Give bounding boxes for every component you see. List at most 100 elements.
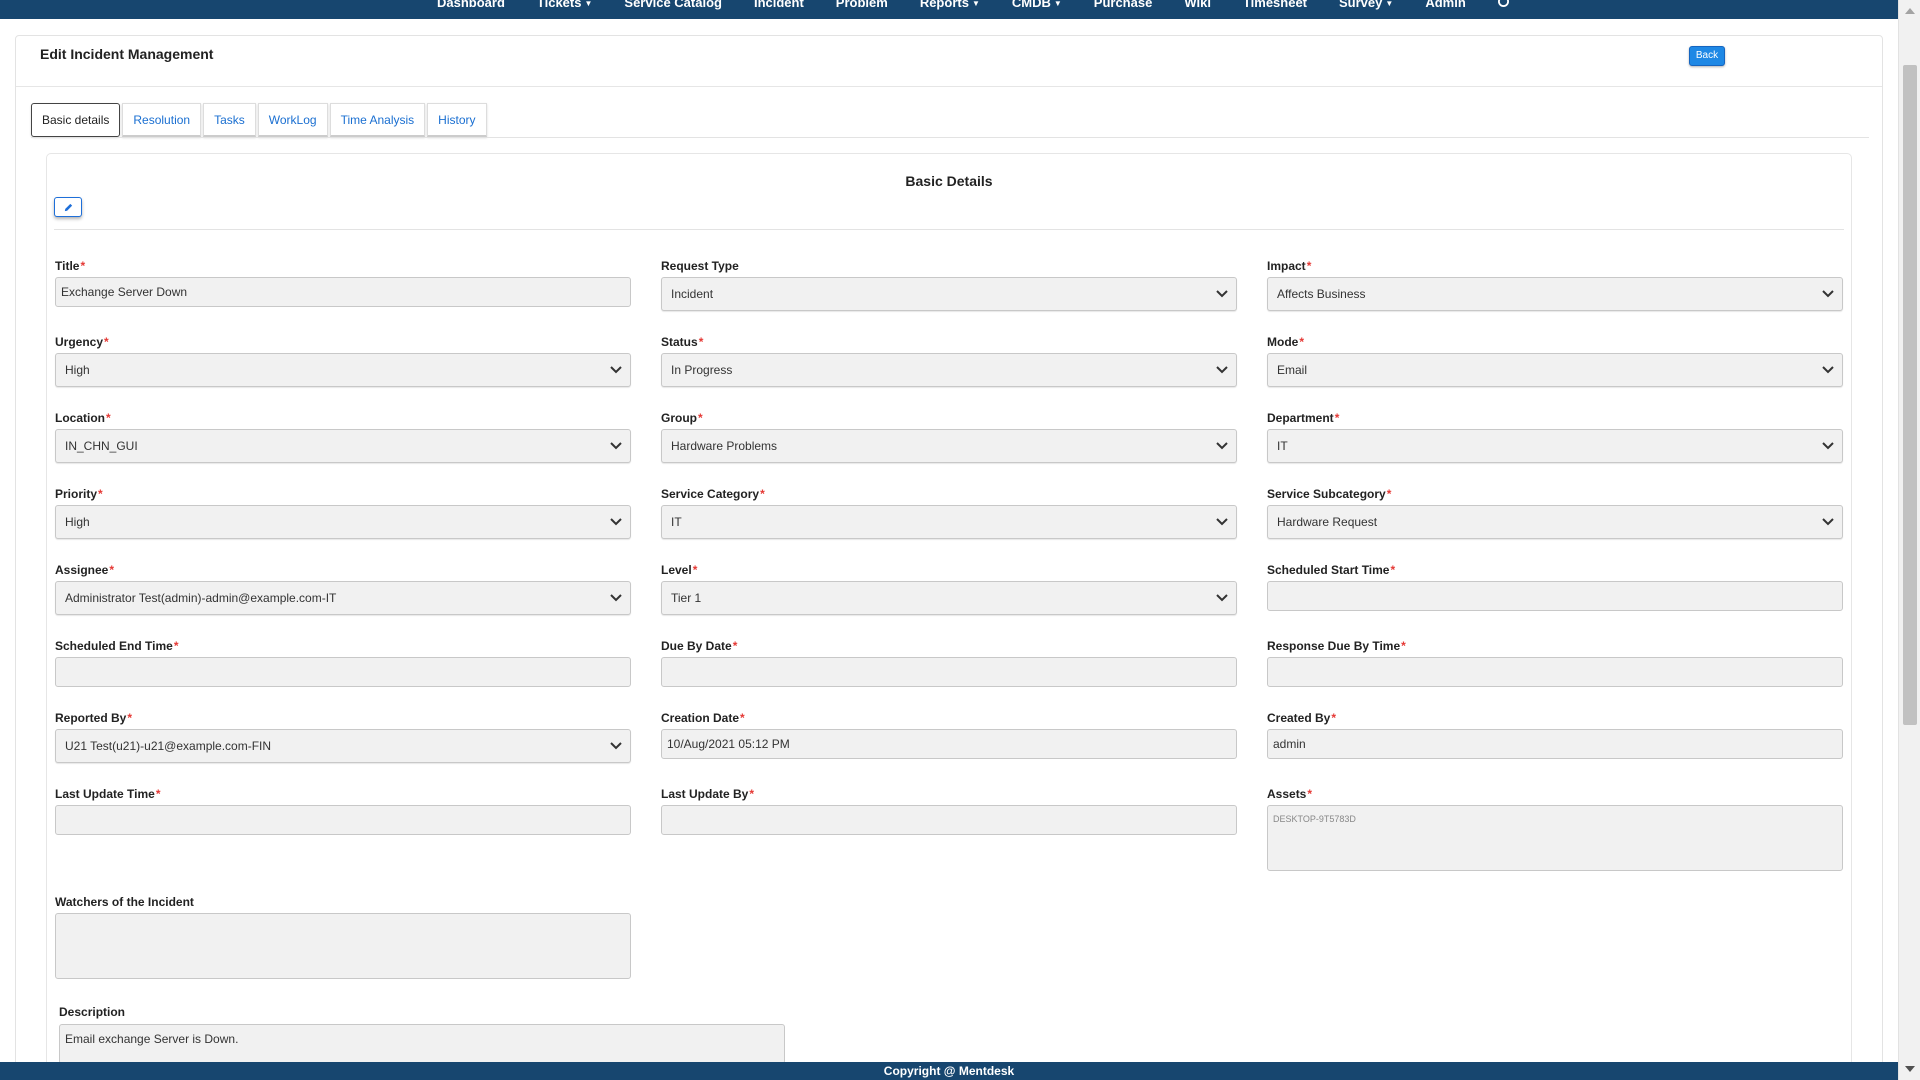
nav-item-timesheet[interactable]: Timesheet [1227, 0, 1323, 10]
user-icon[interactable] [1482, 0, 1525, 10]
pencil-icon [64, 203, 73, 212]
field-scheduled-start-time: Scheduled Start Time* [1267, 562, 1843, 611]
chevron-down-icon [1822, 366, 1834, 374]
field-last-update-time: Last Update Time* [55, 786, 631, 835]
chevron-down-icon [1216, 442, 1228, 450]
nav-item-cmdb[interactable]: CMDB ▼ [996, 0, 1078, 10]
field-department: Department* IT [1267, 410, 1843, 463]
chevron-down-icon [1216, 290, 1228, 298]
priority-select[interactable]: High [55, 505, 631, 539]
caret-down-icon: ▼ [971, 0, 980, 9]
service-subcategory-select[interactable]: Hardware Request [1267, 505, 1843, 539]
field-due-by-date: Due By Date* [661, 638, 1237, 687]
mode-select[interactable]: Email [1267, 353, 1843, 387]
scroll-down-icon[interactable] [1905, 1066, 1915, 1072]
response-due-by-time-input[interactable] [1267, 657, 1843, 687]
footer: Copyright @ Mentdesk [0, 1062, 1898, 1080]
chevron-down-icon [1822, 518, 1834, 526]
nav-item-wiki[interactable]: Wiki [1168, 0, 1227, 10]
field-mode: Mode* Email [1267, 334, 1843, 387]
title-input[interactable]: Exchange Server Down [55, 277, 631, 307]
back-button[interactable]: Back [1689, 46, 1725, 66]
field-request-type: Request Type Incident [661, 258, 1237, 311]
chevron-down-icon [610, 366, 622, 374]
tab-history[interactable]: History [427, 103, 487, 137]
chevron-down-icon [1822, 442, 1834, 450]
nav-item-survey[interactable]: Survey ▼ [1323, 0, 1409, 10]
chevron-down-icon [610, 518, 622, 526]
chevron-down-icon [1216, 366, 1228, 374]
urgency-select[interactable]: High [55, 353, 631, 387]
creation-date-input[interactable]: 10/Aug/2021 05:12 PM [661, 729, 1237, 759]
nav-item-reports[interactable]: Reports ▼ [904, 0, 996, 10]
page-title: Edit Incident Management [40, 46, 214, 62]
last-update-time-input[interactable] [55, 805, 631, 835]
group-select[interactable]: Hardware Problems [661, 429, 1237, 463]
page-scrollbar[interactable] [1898, 0, 1920, 1080]
reported-by-select[interactable]: U21 Test(u21)-u21@example.com-FIN [55, 729, 631, 763]
created-by-input[interactable]: admin [1267, 729, 1843, 759]
field-status: Status* In Progress [661, 334, 1237, 387]
chevron-down-icon [1216, 518, 1228, 526]
field-level: Level* Tier 1 [661, 562, 1237, 615]
field-urgency: Urgency* High [55, 334, 631, 387]
field-title: Title* Exchange Server Down [55, 258, 631, 307]
nav-menu: Dashboard Tickets ▼ Service Catalog Incid… [421, 0, 1525, 10]
status-select[interactable]: In Progress [661, 353, 1237, 387]
nav-item-admin[interactable]: Admin [1409, 0, 1481, 10]
nav-item-problem[interactable]: Problem [820, 0, 904, 10]
scheduled-start-time-input[interactable] [1267, 581, 1843, 611]
watchers-textarea[interactable] [55, 913, 631, 979]
due-by-date-input[interactable] [661, 657, 1237, 687]
description-editor[interactable]: Email exchange Server is Down. [59, 1024, 785, 1064]
field-group: Group* Hardware Problems [661, 410, 1237, 463]
nav-item-incident[interactable]: Incident [738, 0, 820, 10]
field-priority: Priority* High [55, 486, 631, 539]
assignee-select[interactable]: Administrator Test(admin)-admin@example.… [55, 581, 631, 615]
field-reported-by: Reported By* U21 Test(u21)-u21@example.c… [55, 710, 631, 763]
section-divider [54, 229, 1844, 230]
nav-item-service-catalog[interactable]: Service Catalog [608, 0, 738, 10]
nav-item-tickets[interactable]: Tickets ▼ [521, 0, 609, 10]
tab-tasks[interactable]: Tasks [203, 103, 256, 137]
field-last-update-by: Last Update By* [661, 786, 1237, 835]
nav-item-purchase[interactable]: Purchase [1078, 0, 1169, 10]
scheduled-end-time-input[interactable] [55, 657, 631, 687]
top-nav: Dashboard Tickets ▼ Service Catalog Incid… [0, 0, 1898, 19]
location-select[interactable]: IN_CHN_GUI [55, 429, 631, 463]
tab-resolution[interactable]: Resolution [122, 103, 202, 137]
field-assets: Assets* DESKTOP-9T5783D [1267, 786, 1843, 871]
edit-button[interactable] [54, 197, 82, 217]
tab-time-analysis[interactable]: Time Analysis [329, 103, 426, 137]
nav-item-dashboard[interactable]: Dashboard [421, 0, 521, 10]
tab-basic-details[interactable]: Basic details [31, 103, 121, 137]
field-assignee: Assignee* Administrator Test(admin)-admi… [55, 562, 631, 615]
caret-down-icon: ▼ [584, 0, 593, 9]
field-response-due-by-time: Response Due By Time* [1267, 638, 1843, 687]
chevron-down-icon [610, 742, 622, 750]
field-created-by: Created By* admin [1267, 710, 1843, 759]
tabs-divider [31, 137, 1869, 138]
scroll-up-icon[interactable] [1905, 8, 1915, 14]
basic-details-panel: Basic Details Title* Exchange Server Dow… [46, 153, 1852, 1073]
field-service-category: Service Category* IT [661, 486, 1237, 539]
last-update-by-input[interactable] [661, 805, 1237, 835]
field-creation-date: Creation Date* 10/Aug/2021 05:12 PM [661, 710, 1237, 759]
field-location: Location* IN_CHN_GUI [55, 410, 631, 463]
service-category-select[interactable]: IT [661, 505, 1237, 539]
level-select[interactable]: Tier 1 [661, 581, 1237, 615]
caret-down-icon: ▼ [1385, 0, 1394, 9]
impact-select[interactable]: Affects Business [1267, 277, 1843, 311]
tab-worklog[interactable]: WorkLog [257, 103, 328, 137]
caret-down-icon: ▼ [1053, 0, 1062, 9]
field-description: Description Email exchange Server is Dow… [59, 1004, 785, 1064]
assets-textarea[interactable]: DESKTOP-9T5783D [1267, 805, 1843, 871]
department-select[interactable]: IT [1267, 429, 1843, 463]
chevron-down-icon [1822, 290, 1834, 298]
card-header: Edit Incident Management Back [16, 36, 1882, 87]
section-title: Basic Details [905, 173, 993, 189]
field-scheduled-end-time: Scheduled End Time* [55, 638, 631, 687]
scrollbar-thumb[interactable] [1903, 65, 1917, 725]
chevron-down-icon [1216, 594, 1228, 602]
request-type-select[interactable]: Incident [661, 277, 1237, 311]
